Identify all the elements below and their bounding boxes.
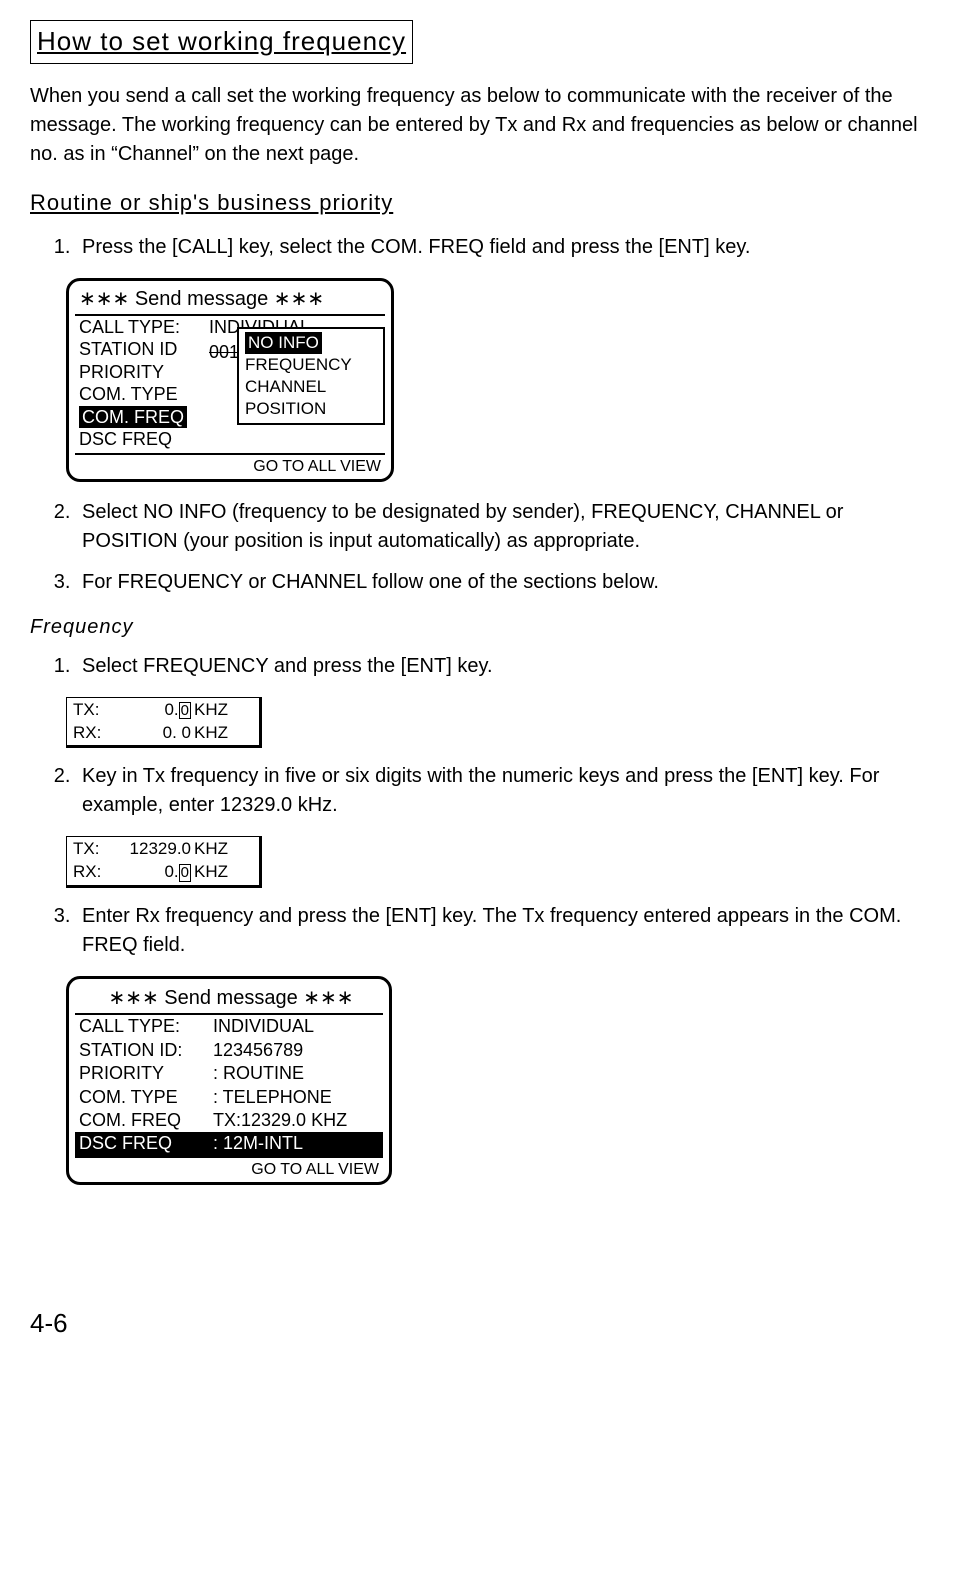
popup-channel: CHANNEL (245, 376, 377, 398)
box2-rx-label: RX: (73, 861, 119, 884)
lcd2-stationid-label: STATION ID: (75, 1039, 213, 1062)
step-b1: Select FREQUENCY and press the [ENT] key… (76, 652, 942, 681)
lcd2-dscfreq-label: DSC FREQ (75, 1132, 213, 1155)
box2-tx-value: 12329.0 (119, 838, 194, 861)
step-b3: Enter Rx frequency and press the [ENT] k… (76, 902, 942, 960)
popup-frequency: FREQUENCY (245, 354, 377, 376)
lcd2-comtype-value: : TELEPHONE (213, 1086, 383, 1109)
box1-tx-unit: KHZ (194, 699, 228, 722)
freq-box-2: TX: 12329.0 KHZ RX: 0.0 KHZ (66, 836, 262, 888)
box2-rx-value: 0.0 (119, 861, 194, 884)
lcd1-comfreq-label: COM. FREQ (75, 406, 209, 429)
lcd-panel-2: ∗∗∗ Send message ∗∗∗ CALL TYPE:INDIVIDUA… (66, 976, 392, 1185)
popup-position: POSITION (245, 398, 377, 420)
lcd1-dscfreq-label: DSC FREQ (75, 428, 209, 451)
main-heading: How to set working frequency (30, 20, 413, 64)
lcd2-stationid-value: 123456789 (213, 1039, 383, 1062)
lcd-panel-1: ∗∗∗ Send message ∗∗∗ CALL TYPE:INDIVIDUA… (66, 278, 394, 482)
lcd2-dscfreq-value: : 12M-INTL (213, 1132, 383, 1155)
lcd1-priority-label: PRIORITY (75, 361, 209, 384)
page-number: 4-6 (30, 1305, 942, 1343)
step-a3: For FREQUENCY or CHANNEL follow one of t… (76, 568, 942, 597)
box1-rx-unit: KHZ (194, 722, 228, 745)
lcd1-comtype-label: COM. TYPE (75, 383, 209, 406)
lcd1-stationid-label: STATION ID (75, 338, 209, 361)
box1-tx-value: 0.0 (119, 699, 194, 722)
lcd2-title: ∗∗∗ Send message ∗∗∗ (75, 983, 383, 1015)
lcd2-comtype-label: COM. TYPE (75, 1086, 213, 1109)
step-a2: Select NO INFO (frequency to be designat… (76, 498, 942, 556)
lcd2-priority-value: : ROUTINE (213, 1062, 383, 1085)
box1-rx-label: RX: (73, 722, 119, 745)
lcd2-comfreq-label: COM. FREQ (75, 1109, 213, 1132)
subheading-frequency: Frequency (30, 613, 942, 642)
subheading-routine: Routine or ship's business priority (30, 187, 942, 219)
box1-tx-label: TX: (73, 699, 119, 722)
lcd1-popup: NO INFO FREQUENCY CHANNEL POSITION (237, 327, 385, 425)
lcd2-priority-label: PRIORITY (75, 1062, 213, 1085)
lcd2-calltype-value: INDIVIDUAL (213, 1015, 383, 1038)
intro-paragraph: When you send a call set the working fre… (30, 82, 942, 169)
lcd2-calltype-label: CALL TYPE: (75, 1015, 213, 1038)
lcd1-title: ∗∗∗ Send message ∗∗∗ (75, 285, 385, 316)
lcd2-footer: GO TO ALL VIEW (75, 1156, 383, 1183)
box2-tx-label: TX: (73, 838, 119, 861)
lcd2-comfreq-value: TX:12329.0 KHZ (213, 1109, 383, 1132)
box2-rx-unit: KHZ (194, 861, 228, 884)
popup-noinfo: NO INFO (245, 332, 377, 354)
lcd1-calltype-label: CALL TYPE: (75, 316, 209, 339)
freq-box-1: TX: 0.0 KHZ RX: 0. 0 KHZ (66, 697, 262, 749)
step-a1: Press the [CALL] key, select the COM. FR… (76, 233, 942, 262)
box1-rx-value: 0. 0 (119, 722, 194, 745)
step-b2: Key in Tx frequency in five or six digit… (76, 762, 942, 820)
lcd1-footer: GO TO ALL VIEW (75, 453, 385, 479)
box2-tx-unit: KHZ (194, 838, 228, 861)
